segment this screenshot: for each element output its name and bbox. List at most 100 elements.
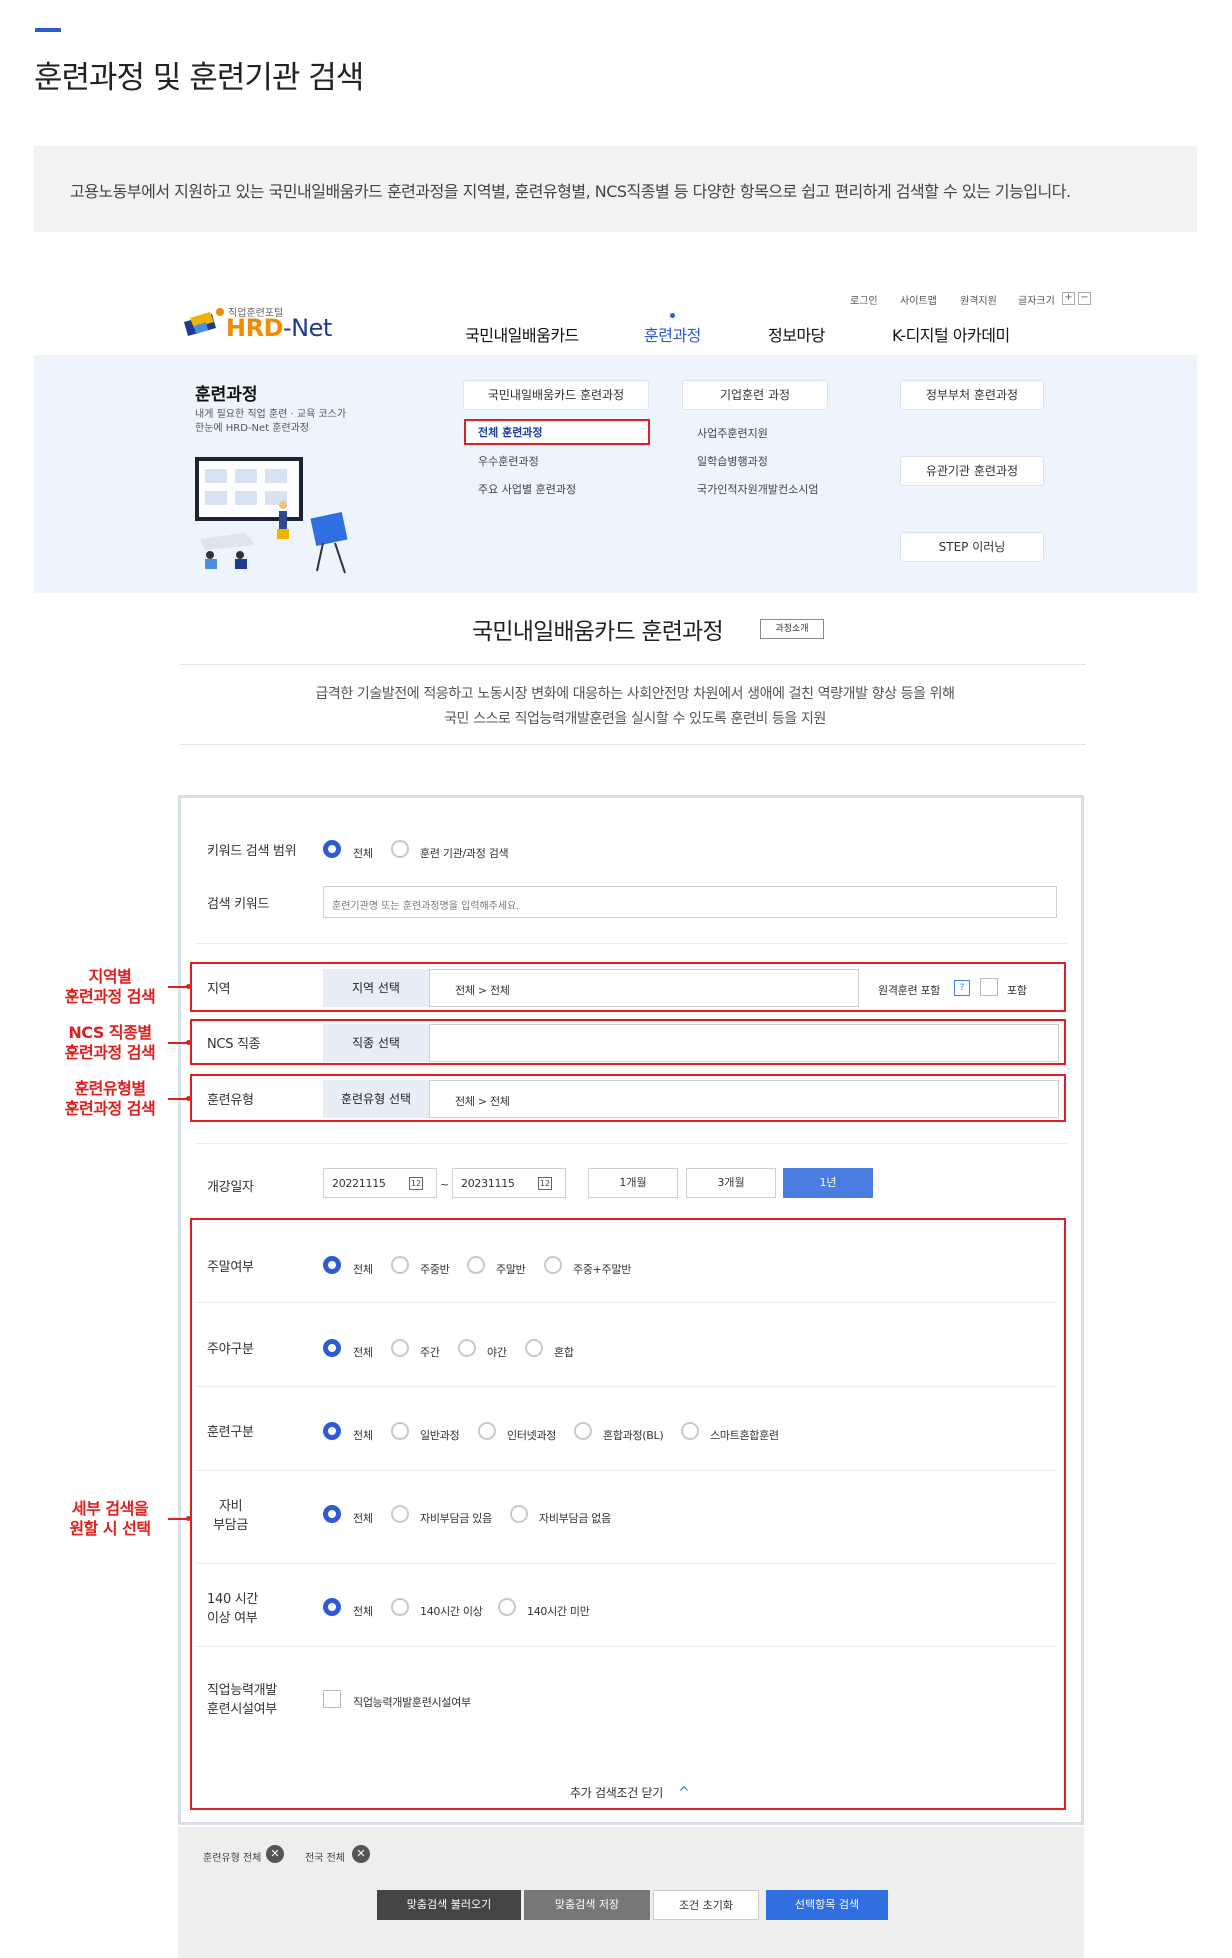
divider [195,1386,1057,1387]
weekend-radio[interactable] [467,1256,485,1274]
date-label: 개강일자 [207,1180,254,1195]
util-login[interactable]: 로그인 [850,292,878,307]
section-desc-1: 급격한 기술발전에 적응하고 노동시장 변화에 대응하는 사회안전망 차원에서 … [315,686,955,702]
hours-all-radio[interactable] [323,1598,341,1616]
type-value-field[interactable]: 전체 > 전체 [429,1080,1059,1118]
section-title: 국민내일배움카드 훈련과정 [472,619,724,645]
mega-title: 훈련과정 [195,385,258,405]
logo-icon [184,308,224,336]
weekday-radio[interactable] [391,1256,409,1274]
mega-desc: 내게 필요한 직업 훈련 · 교육 코스가 한눈에 HRD-Net 훈련과정 [195,409,347,434]
calendar-icon[interactable]: 12 [409,1177,423,1190]
calendar-icon[interactable]: 12 [538,1177,552,1190]
course-smart-text: 스마트혼합훈련 [710,1429,779,1442]
mega-col1-title[interactable]: 국민내일배움카드 훈련과정 [463,380,649,410]
divider [195,943,1067,944]
nav-info[interactable]: 정보마당 [768,322,825,346]
reset-conditions-button[interactable]: 조건 초기화 [653,1890,759,1920]
mega-all-courses[interactable]: 전체 훈련과정 [478,424,543,440]
date-start-input[interactable]: 20221115 12 [323,1168,437,1198]
date-end-input[interactable]: 20231115 12 [452,1168,566,1198]
active-nav-dot [670,313,675,318]
course-label: 훈련구분 [207,1425,254,1440]
day-radio[interactable] [391,1339,409,1357]
region-select-button[interactable]: 지역 선택 [323,969,429,1007]
logo-wordmark: HRD-Net [226,314,332,342]
title-accent-bar [35,28,61,32]
course-all-radio[interactable] [323,1422,341,1440]
course-intro-button[interactable]: 과정소개 [760,619,824,639]
course-general-radio[interactable] [391,1422,409,1440]
region-value-field[interactable]: 전체 > 전체 [429,969,859,1007]
selfpay-no-radio[interactable] [510,1505,528,1523]
nav-k-digital[interactable]: K-디지털 아카데미 [892,322,1010,346]
remote-checkbox[interactable] [980,978,998,996]
section-divider-2 [180,744,1086,745]
course-internet-radio[interactable] [478,1422,496,1440]
weekday-text: 주중반 [420,1263,450,1276]
help-icon[interactable]: ? [954,980,970,996]
mega-col2-title[interactable]: 기업훈련 과정 [682,380,828,410]
hours-over-radio[interactable] [391,1598,409,1616]
scope-org-radio[interactable] [391,840,409,858]
search-selected-button[interactable]: 선택항목 검색 [766,1890,888,1920]
keyword-placeholder: 훈련기관명 또는 훈련과정명을 입력해주세요. [332,901,520,912]
remove-tag-icon[interactable]: ✕ [352,1845,370,1863]
weekend-all-radio[interactable] [323,1256,341,1274]
mega-employer-training[interactable]: 사업주훈련지원 [697,425,768,441]
annotation-region: 지역별 훈련과정 검색 [64,967,156,1006]
mega-consortium[interactable]: 국가인적자원개발컨소시엄 [697,481,818,497]
scope-org-text: 훈련 기관/과정 검색 [420,847,509,860]
ncs-label: NCS 직종 [207,1037,261,1052]
mega-step-elearning[interactable]: STEP 이러닝 [900,532,1044,562]
util-fontsize: 글자크기 [1018,296,1055,307]
facility-checkbox[interactable] [323,1690,341,1708]
course-blended-radio[interactable] [574,1422,592,1440]
night-text: 야간 [487,1346,507,1359]
util-remote[interactable]: 원격지원 [960,292,997,307]
daynight-all-radio[interactable] [323,1339,341,1357]
mega-excellent-courses[interactable]: 우수훈련과정 [478,453,539,469]
nav-national-card[interactable]: 국민내일배움카드 [465,322,579,346]
course-all-text: 전체 [353,1429,373,1442]
ncs-select-button[interactable]: 직종 선택 [323,1024,429,1062]
keyword-input[interactable]: 훈련기관명 또는 훈련과정명을 입력해주세요. [323,886,1057,918]
hours-over-text: 140시간 이상 [420,1605,483,1618]
selfpay-yes-radio[interactable] [391,1505,409,1523]
save-custom-search-button[interactable]: 맞춤검색 저장 [524,1890,650,1920]
remove-tag-icon[interactable]: ✕ [266,1845,284,1863]
keyword-scope-label: 키워드 검색 범위 [207,844,297,859]
section-desc-2: 국민 스스로 직업능력개발훈련을 실시할 수 있도록 훈련비 등을 지원 [444,711,826,727]
mega-related-org-courses[interactable]: 유관기관 훈련과정 [900,456,1044,486]
nav-training-course[interactable]: 훈련과정 [644,322,701,346]
util-sitemap[interactable]: 사이트맵 [900,292,937,307]
mega-work-study[interactable]: 일학습병행과정 [697,453,768,469]
period-3month-button[interactable]: 3개월 [686,1168,776,1198]
annotation-type: 훈련유형별 훈련과정 검색 [64,1079,156,1118]
type-select-button[interactable]: 훈련유형 선택 [323,1080,429,1118]
load-custom-search-button[interactable]: 맞춤검색 불러오기 [377,1890,521,1920]
period-1year-button[interactable]: 1년 [783,1168,873,1198]
selfpay-all-radio[interactable] [323,1505,341,1523]
mega-government-courses[interactable]: 정부부처 훈련과정 [900,380,1044,410]
font-minus-button[interactable]: − [1078,292,1091,305]
mega-major-business-courses[interactable]: 주요 사업별 훈련과정 [478,481,576,497]
region-label: 지역 [207,982,231,997]
ncs-value-field[interactable] [429,1024,1059,1062]
course-smart-radio[interactable] [681,1422,699,1440]
mega-all-courses-highlight[interactable]: 전체 훈련과정 [464,419,650,445]
weekday-weekend-radio[interactable] [544,1256,562,1274]
weekend-all-text: 전체 [353,1263,373,1276]
scope-all-radio[interactable] [323,840,341,858]
filter-tag-region: 전국 전체 [305,1853,345,1864]
type-value: 전체 > 전체 [455,1095,510,1108]
close-more-conditions-button[interactable]: 추가 검색조건 닫기 ^ [570,1782,690,1801]
mixed-radio[interactable] [525,1339,543,1357]
hours-under-radio[interactable] [498,1598,516,1616]
weekend-label: 주말여부 [207,1260,254,1275]
font-plus-button[interactable]: + [1062,292,1075,305]
filter-tag-type: 훈련유형 전체 [203,1853,262,1864]
selfpay-no-text: 자비부담금 없음 [539,1512,611,1525]
period-1month-button[interactable]: 1개월 [588,1168,678,1198]
night-radio[interactable] [458,1339,476,1357]
